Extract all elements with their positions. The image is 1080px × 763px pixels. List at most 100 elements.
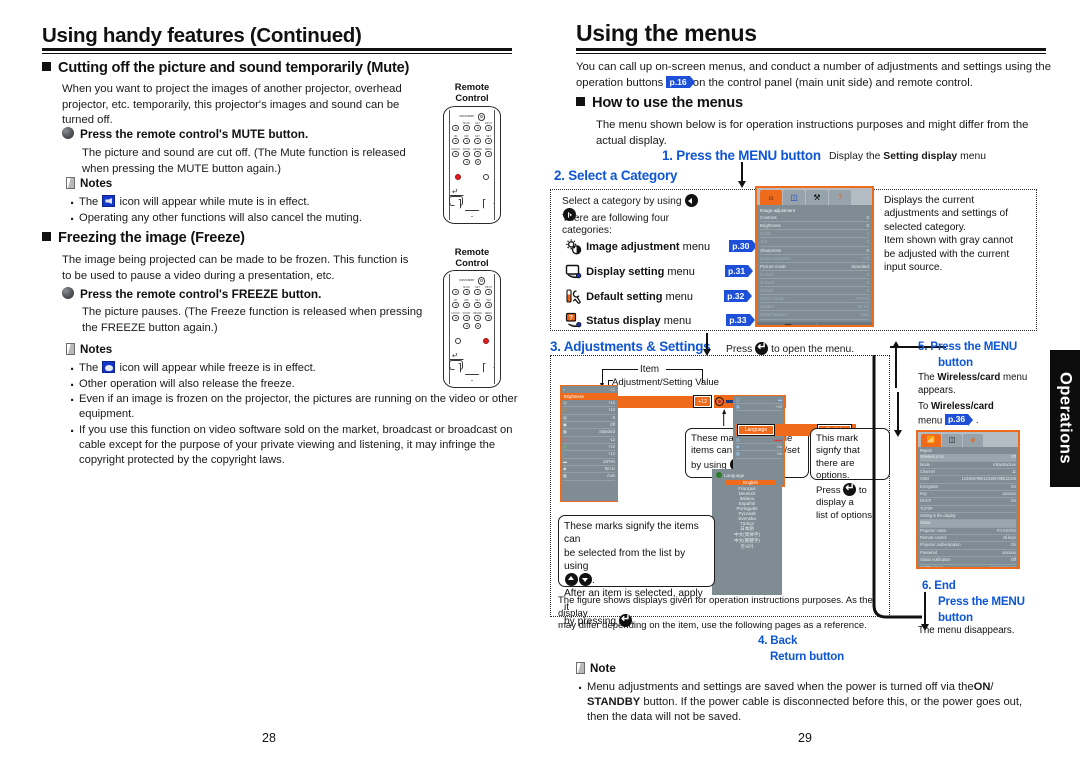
osd-language-list-title-row: Language xyxy=(713,470,781,480)
osd-tab-status-display[interactable]: ? xyxy=(829,190,851,205)
note-item: Even if an image is frozen on the projec… xyxy=(68,391,530,422)
how-to-use-body: The menu shown below is for operation in… xyxy=(596,119,1029,147)
step1-note: Display the Setting display menu xyxy=(829,151,987,162)
mute-step-heading: Press the remote control's MUTE button. xyxy=(62,127,432,141)
osd-row-list: Image adjustment Contrast 0 Brightness 0 C… xyxy=(757,205,872,322)
mute-notes-list: The icon will appear while mute is in ef… xyxy=(68,194,418,230)
note-label: Note xyxy=(576,662,616,675)
slider-arrow-left xyxy=(723,414,725,426)
anno-value-lead-h xyxy=(608,380,613,382)
step3-footer: The figure shows displays given for oper… xyxy=(558,595,873,632)
osd-wireless-tab-bar: 📶 ◫ ◈ xyxy=(918,432,1018,447)
how-to-use-heading: How to use the menus xyxy=(576,95,1046,111)
step2-label: 2. Select a Category xyxy=(554,168,678,183)
osd-tab-image-adjustment[interactable]: ☼ xyxy=(760,190,782,205)
anno-item-label: Item xyxy=(640,364,660,375)
category-row-default-setting: Default setting menu p.32 xyxy=(565,288,765,306)
step5-label-2: button xyxy=(938,356,973,369)
mute-key-highlight xyxy=(455,174,462,181)
menus-intro: You can call up on-screen menus, and con… xyxy=(576,61,1051,89)
remote-extra-row xyxy=(444,323,500,330)
title-rule xyxy=(576,48,1046,51)
title-rule-thin xyxy=(576,52,1046,54)
remote-extra-row xyxy=(444,159,500,166)
page-ref-p30[interactable]: p.30 xyxy=(729,240,758,253)
section-heading-mute: Cutting off the picture and sound tempor… xyxy=(42,60,512,76)
osd-language-items: English Français Deutsch Italiano Españo… xyxy=(713,480,781,550)
osd-footer-hint: To Image adjustment menu xyxy=(757,321,872,325)
title-rule-thin xyxy=(42,52,512,54)
freeze-intro: The image being projected can be made to… xyxy=(62,254,409,282)
remote-keypad: - MUTE SET INPUT ON OFF SET SET FOCUS ZO… xyxy=(450,122,494,158)
step5-label-1: 5. Press the MENU xyxy=(918,340,1018,353)
osd-tab-status[interactable]: ◈ xyxy=(963,434,983,447)
freeze-notes-label: Notes xyxy=(66,343,112,356)
category-row-display-setting: Display setting menu p.31 xyxy=(565,263,765,281)
square-bullet-icon xyxy=(576,97,585,106)
osd-adjust-selected-row: Brightness xyxy=(561,393,617,400)
left-page-title: Using handy features (Continued) xyxy=(42,24,362,47)
mute-step-body: The picture and sound are cut off. (The … xyxy=(82,147,406,175)
step6-body: The menu disappears. xyxy=(918,625,1015,636)
page-ref-p32[interactable]: p.32 xyxy=(724,290,753,303)
step5-up-arrow xyxy=(891,341,901,388)
osd-tab-display-setting[interactable]: ◫ xyxy=(783,190,805,205)
osd-wireless-rows: Report Wireless LAN Off Mode Infrastructur… xyxy=(918,447,1018,567)
page-ref-p31[interactable]: p.31 xyxy=(724,265,754,278)
return-button-icon xyxy=(783,324,792,325)
round-bullet-icon xyxy=(62,127,74,139)
freeze-key-highlight xyxy=(482,338,489,345)
remote-control-illustration-2: ON/STANDBY - MUTE SET INPUT ON OFF SET S… xyxy=(443,270,501,388)
osd-adjust-value: +12 xyxy=(693,395,712,408)
osd-language-item-selected[interactable]: English xyxy=(725,480,776,485)
anno-item-lead-h2 xyxy=(666,369,702,371)
anno-item-arrow xyxy=(599,369,605,388)
right-page: Using the menus You can call up on-scree… xyxy=(540,0,1080,763)
step4-label-2: Return button xyxy=(770,650,845,663)
section-heading-freeze: Freezing the image (Freeze) xyxy=(42,230,512,246)
page-ref-p36[interactable]: p.36 xyxy=(944,413,974,426)
remote-power-row: ON/STANDBY xyxy=(444,277,500,285)
note-list: Menu adjustments and settings are saved … xyxy=(576,679,1048,726)
mute-key xyxy=(455,338,462,345)
note-item: If you use this function on video softwa… xyxy=(68,422,530,468)
note-item: The icon will appear while mute is in ef… xyxy=(68,194,418,214)
title-rule xyxy=(42,48,512,51)
globe-icon xyxy=(716,472,722,478)
power-button-icon xyxy=(477,113,486,121)
step5-to-wireless: To Wireless/card menu p.36 . xyxy=(918,401,994,427)
right-page-title: Using the menus xyxy=(576,20,757,46)
remote-dpad xyxy=(449,353,495,383)
square-bullet-icon xyxy=(42,62,51,71)
step2-line3: categories: xyxy=(562,225,612,236)
page-ref-p16[interactable]: p.16 xyxy=(666,76,695,88)
svg-text:?: ? xyxy=(569,315,573,322)
step4-label-1: 4. Back xyxy=(758,634,798,647)
step6-label-1: 6. End xyxy=(922,579,956,592)
mute-osd-icon xyxy=(102,195,116,207)
freeze-step-heading: Press the remote control's FREEZE button… xyxy=(62,287,442,301)
manual-spread: Using handy features (Continued) Cutting… xyxy=(0,0,1080,763)
page-ref-p33[interactable]: p.33 xyxy=(726,314,755,327)
remote-power-row: ON/STANDBY xyxy=(444,113,500,121)
osd-language-item[interactable]: 한국어 xyxy=(713,544,781,550)
step5-down-arrow xyxy=(893,392,903,437)
freeze-key xyxy=(482,174,489,181)
osd-tab-default-setting[interactable]: ⚒ xyxy=(806,190,828,205)
callout-list-selection: These marks signify the items can be sel… xyxy=(558,515,715,627)
page-number-left: 28 xyxy=(262,731,276,745)
down-arrow-button-icon xyxy=(578,573,592,586)
step6-label-2: Press the MENU xyxy=(938,595,1025,608)
osd-tab-card[interactable]: ◫ xyxy=(942,434,962,447)
step3-arrow xyxy=(702,333,712,356)
note-flag-icon xyxy=(66,343,75,355)
osd-language-list: Language English Français Deutsch Italia… xyxy=(712,469,782,595)
square-bullet-icon xyxy=(42,232,51,241)
screen-icon xyxy=(565,263,583,281)
step6-label-3: button xyxy=(938,611,973,624)
osd-adjust-demo: ◐ -12 Brightness ▤ +12 ◫ +12 ▤ -5 ▣ Off ▦ Stan… xyxy=(560,385,618,502)
step3-label: 3. Adjustments & Settings xyxy=(550,339,711,354)
left-page: Using handy features (Continued) Cutting… xyxy=(0,0,540,763)
step1-label: 1. Press the MENU button xyxy=(662,148,821,163)
osd-tab-wireless[interactable]: 📶 xyxy=(921,434,941,447)
